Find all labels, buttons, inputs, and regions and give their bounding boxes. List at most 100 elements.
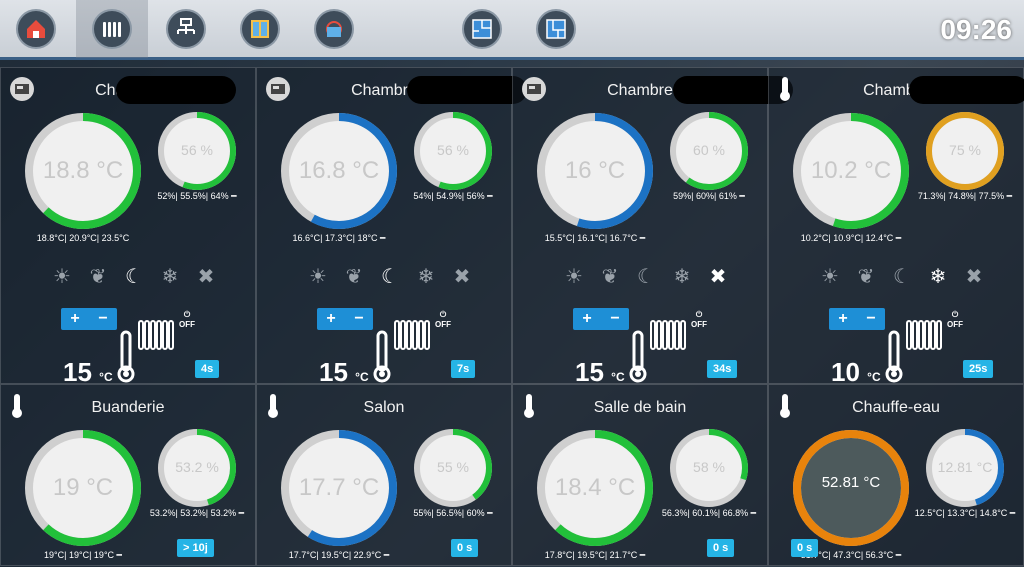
heating-button[interactable] [76, 0, 148, 58]
humidity-stats: 53.2%| 53.2%| 53.2% ━ [149, 508, 245, 518]
temperature-value: 52.81 °C [821, 474, 881, 491]
window-button[interactable] [224, 0, 296, 58]
mode-selector[interactable]: ☀ ❦ ☾ ❄ ✖ [51, 265, 217, 288]
home-button[interactable] [0, 0, 72, 58]
leaf-mode-icon[interactable]: ❦ [87, 265, 109, 288]
sun-mode-icon[interactable]: ☀ [563, 265, 585, 288]
temperature-stats: 10.2°C| 10.9°C| 12.4°C ━ [800, 233, 902, 243]
humidity-value: 53.2 % [175, 459, 219, 475]
night-mode-icon[interactable]: ☾ [635, 265, 657, 288]
humidity-value: 60 % [693, 142, 725, 158]
temperature-stats: 15.5°C| 16.1°C| 16.7°C ━ [544, 233, 646, 243]
minus-button[interactable]: − [89, 308, 117, 330]
minus-button[interactable]: − [601, 308, 629, 330]
setpoint-adjust[interactable]: + − [573, 308, 629, 330]
radiator-icon [135, 318, 175, 357]
frost-mode-icon[interactable]: ❄ [927, 265, 949, 288]
plus-button[interactable]: + [61, 308, 89, 330]
leaf-mode-icon[interactable]: ❦ [855, 265, 877, 288]
sun-mode-icon[interactable]: ☀ [819, 265, 841, 288]
sun-mode-icon[interactable]: ☀ [307, 265, 329, 288]
power-off-button[interactable]: ⏻ OFF [433, 310, 453, 329]
room-panel[interactable]: Chambre 16 °C 60 % 15.5°C| 16.1°C| 16.7°C ━… [512, 67, 793, 387]
floorplan-icon [462, 9, 502, 49]
mode-selector[interactable]: ☀ ❦ ☾ ❄ ✖ [819, 265, 985, 288]
room-panel[interactable]: Chambre18.8 °C56 %18.8°C| 20.9°C| 23.5°C… [0, 67, 256, 387]
humidity-stats: 54%| 54.9%| 56% ━ [413, 191, 493, 201]
power-off-button[interactable]: ⏻ OFF [689, 310, 709, 329]
room-panel[interactable]: Chauffe-eau 52.81 °C 12.81 °C 31.7°C| 47.3°… [768, 384, 1024, 566]
update-timer-badge: 0 s [707, 539, 735, 557]
minus-button[interactable]: − [857, 308, 885, 330]
room-title: Salle de bain [593, 399, 687, 416]
floorplan-2-button[interactable] [520, 0, 592, 58]
temperature-value: 17.7 °C [298, 474, 380, 501]
frost-mode-icon[interactable]: ❄ [415, 265, 437, 288]
update-timer-badge: > 10j [177, 539, 214, 557]
plus-button[interactable]: + [317, 308, 345, 330]
network-button[interactable] [150, 0, 222, 58]
leaf-mode-icon[interactable]: ❦ [343, 265, 365, 288]
room-panel[interactable]: Salon 17.7 °C 55 % 17.7°C| 19.5°C| 22.9°C ━… [256, 384, 512, 566]
off-mode-icon[interactable]: ✖ [963, 265, 985, 288]
humidity-value: 55 % [437, 459, 469, 475]
refresh-button[interactable] [298, 0, 370, 58]
power-off-button[interactable]: ⏻ OFF [177, 310, 197, 329]
room-panel[interactable]: Chambre 10.2 °C 75 % 10.2°C| 10.9°C| 12.4°C… [768, 67, 1024, 387]
update-timer-badge: 0 s [451, 539, 479, 557]
update-timer-badge: 4s [195, 360, 220, 378]
setpoint-adjust[interactable]: + − [317, 308, 373, 330]
power-off-button[interactable]: ⏻ OFF [945, 310, 965, 329]
mode-selector[interactable]: ☀ ❦ ☾ ❄ ✖ [307, 265, 473, 288]
humidity-stats: 52%| 55.5%| 64% ━ [157, 191, 237, 201]
minus-button[interactable]: − [345, 308, 373, 330]
thermometer-icon [885, 330, 903, 389]
plus-button[interactable]: + [829, 308, 857, 330]
temperature-value: 19 °C [52, 474, 114, 501]
update-timer-badge: 7s [451, 360, 476, 378]
temperature-value: 16.8 °C [298, 157, 380, 184]
setpoint-adjust[interactable]: + − [829, 308, 885, 330]
redacted-label [909, 76, 1024, 104]
night-mode-icon[interactable]: ☾ [379, 265, 401, 288]
temperature-stats: 17.8°C| 19.5°C| 21.7°C ━ [544, 550, 646, 560]
home-icon [16, 9, 56, 49]
off-mode-icon[interactable]: ✖ [707, 265, 729, 288]
temperature-stats: 17.7°C| 19.5°C| 22.9°C ━ [288, 550, 390, 560]
radiator-icon [903, 318, 943, 357]
off-mode-icon[interactable]: ✖ [451, 265, 473, 288]
off-mode-icon[interactable]: ✖ [195, 265, 217, 288]
night-mode-icon[interactable]: ☾ [123, 265, 145, 288]
room-panel[interactable]: Buanderie 19 °C 53.2 % 19°C| 19°C| 19°C ━ 53… [0, 384, 256, 566]
room-panel[interactable]: Chambre 16.8 °C 56 % 16.6°C| 17.3°C| 18°C ━… [256, 67, 527, 387]
night-mode-icon[interactable]: ☾ [891, 265, 913, 288]
thermometer-icon [373, 330, 391, 389]
update-timer-badge: 25s [963, 360, 994, 378]
humidity-stats: 12.5°C| 13.3°C| 14.8°C ━ [914, 508, 1016, 518]
frost-mode-icon[interactable]: ❄ [159, 265, 181, 288]
plus-button[interactable]: + [573, 308, 601, 330]
mode-selector[interactable]: ☀ ❦ ☾ ❄ ✖ [563, 265, 729, 288]
humidity-value: 58 % [693, 459, 725, 475]
humidity-stats: 56.3%| 60.1%| 66.8% ━ [661, 508, 757, 518]
redacted-label [407, 76, 527, 104]
frost-mode-icon[interactable]: ❄ [671, 265, 693, 288]
humidity-value: 56 % [437, 142, 469, 158]
sun-mode-icon[interactable]: ☀ [51, 265, 73, 288]
humidity-value: 56 % [181, 142, 213, 158]
radiator-icon [391, 318, 431, 357]
humidity-value: 75 % [949, 142, 981, 158]
temperature-value: 18.8 °C [42, 157, 124, 184]
setpoint-adjust[interactable]: + − [61, 308, 117, 330]
room-title: Buanderie [91, 399, 165, 416]
leaf-mode-icon[interactable]: ❦ [599, 265, 621, 288]
floorplan-button[interactable] [446, 0, 518, 58]
humidity-value: 12.81 °C [937, 459, 993, 475]
radiator-icon [92, 9, 132, 49]
temperature-value: 18.4 °C [554, 474, 636, 501]
room-title: Salon [363, 399, 405, 416]
temperature-stats: 16.6°C| 17.3°C| 18°C ━ [292, 233, 386, 243]
room-panel[interactable]: Salle de bain 18.4 °C 58 % 17.8°C| 19.5°C| … [512, 384, 768, 566]
temperature-stats: 19°C| 19°C| 19°C ━ [44, 550, 122, 560]
humidity-stats: 71.3%| 74.8%| 77.5% ━ [917, 191, 1013, 201]
